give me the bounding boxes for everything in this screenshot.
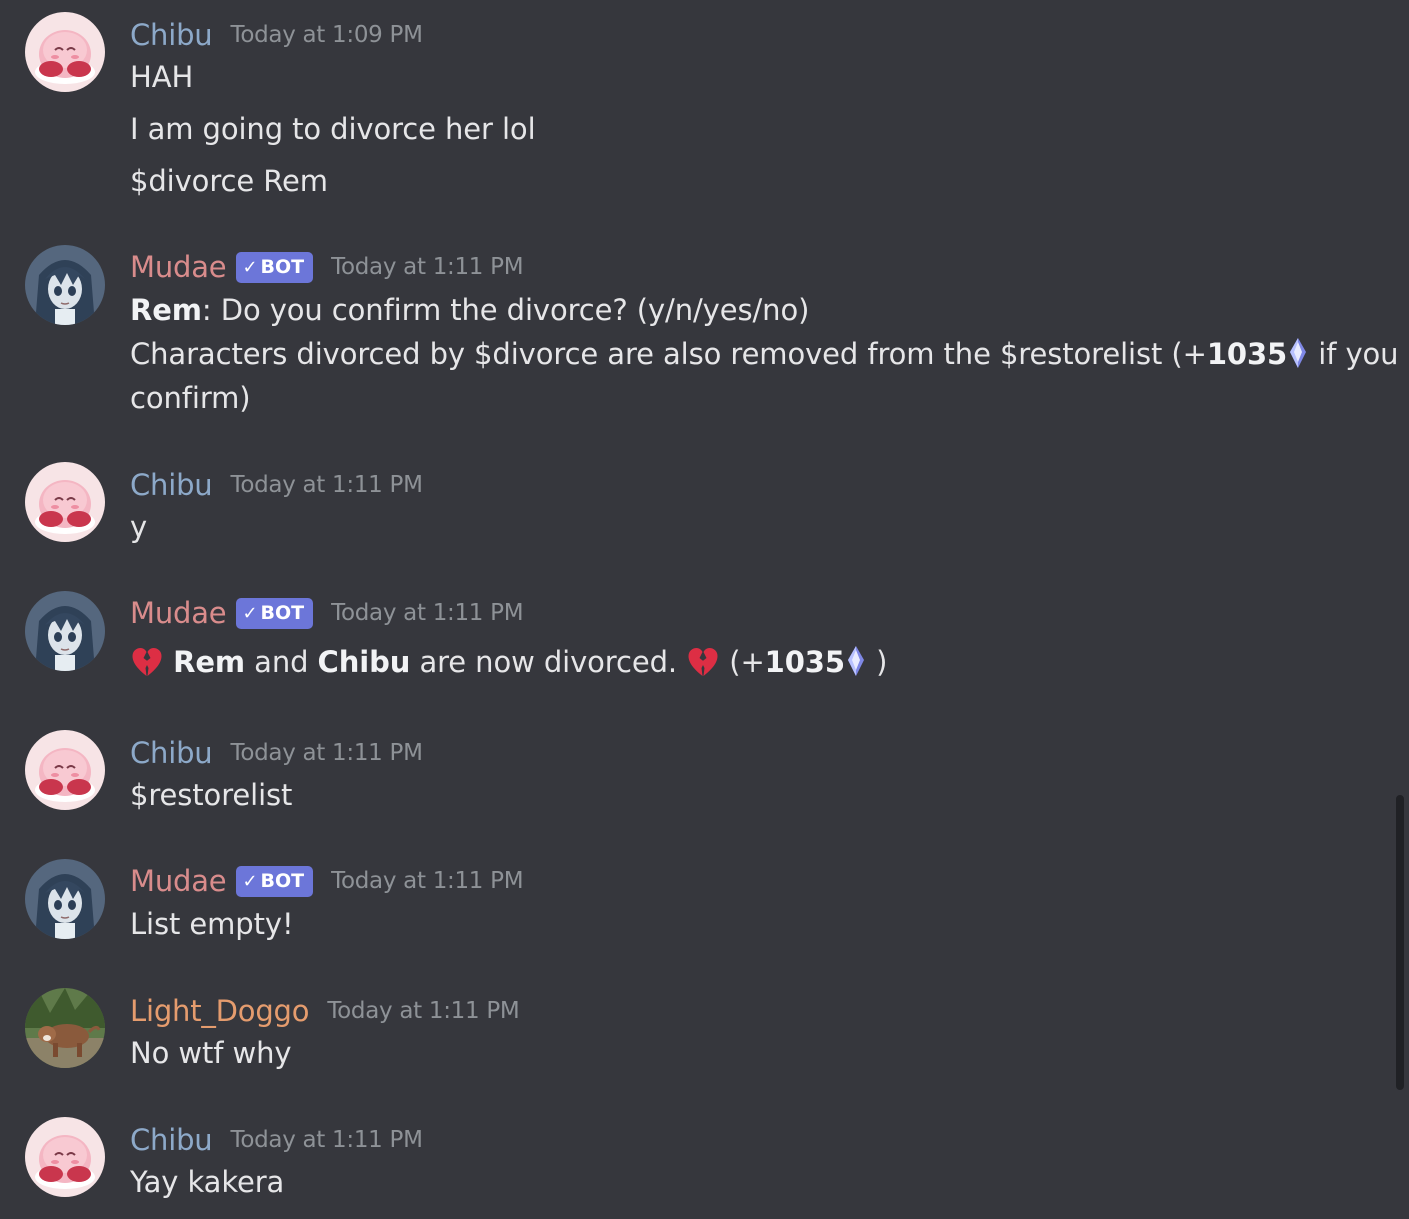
message-text: HAH xyxy=(130,60,194,94)
username[interactable]: Mudae xyxy=(130,864,227,898)
message-text: $divorce Rem xyxy=(130,164,328,198)
username[interactable]: Chibu xyxy=(130,1123,213,1157)
character-name: Rem xyxy=(130,293,202,327)
username[interactable]: Mudae xyxy=(130,596,227,630)
avatar[interactable] xyxy=(25,12,105,92)
timestamp[interactable]: Today at 1:09 PM xyxy=(230,22,422,48)
bot-tag: ✓ BOT xyxy=(236,251,314,283)
conjunction: and xyxy=(245,645,318,679)
message-header: Mudae ✓ BOT Today at 1:11 PM xyxy=(130,247,524,287)
scrollbar[interactable] xyxy=(1396,795,1404,1090)
timestamp[interactable]: Today at 1:11 PM xyxy=(331,868,523,894)
message-text: List empty! xyxy=(130,907,294,941)
timestamp[interactable]: Today at 1:11 PM xyxy=(230,740,422,766)
username[interactable]: Chibu xyxy=(130,468,213,502)
bot-tag-label: BOT xyxy=(260,601,305,624)
timestamp[interactable]: Today at 1:11 PM xyxy=(331,254,523,280)
character-name: Rem xyxy=(173,645,246,679)
timestamp[interactable]: Today at 1:11 PM xyxy=(331,600,523,626)
kakera-icon xyxy=(847,646,864,676)
broken-heart-icon xyxy=(688,648,718,676)
bot-tag: ✓ BOT xyxy=(236,597,314,629)
timestamp[interactable]: Today at 1:11 PM xyxy=(230,1127,422,1153)
username[interactable]: Chibu xyxy=(130,18,213,52)
message-text: Yay kakera xyxy=(130,1165,285,1199)
avatar[interactable] xyxy=(25,730,105,810)
paren-close: ) xyxy=(866,645,888,679)
message-header: Chibu Today at 1:09 PM xyxy=(130,15,423,55)
divorce-text: are now divorced. xyxy=(410,645,687,679)
message-text: Characters divorced by $divorce are also… xyxy=(130,337,1399,371)
user-name: Chibu xyxy=(317,645,411,679)
bot-tag-label: BOT xyxy=(260,255,305,278)
message-text: confirm) xyxy=(130,381,251,415)
broken-heart-icon xyxy=(132,648,162,676)
confirm-question: : Do you confirm the divorce? (y/n/yes/n… xyxy=(201,293,810,327)
avatar[interactable] xyxy=(25,988,105,1068)
check-icon: ✓ xyxy=(242,256,258,278)
avatar[interactable] xyxy=(25,1117,105,1197)
paren-open: (+ xyxy=(720,645,765,679)
check-icon: ✓ xyxy=(242,602,258,624)
message-header: Mudae ✓ BOT Today at 1:11 PM xyxy=(130,593,524,633)
bot-tag: ✓ BOT xyxy=(236,865,314,897)
timestamp[interactable]: Today at 1:11 PM xyxy=(327,998,519,1024)
message-header: Mudae ✓ BOT Today at 1:11 PM xyxy=(130,861,524,901)
message-header: Chibu Today at 1:11 PM xyxy=(130,1120,423,1160)
username[interactable]: Mudae xyxy=(130,250,227,284)
avatar[interactable] xyxy=(25,591,105,671)
message-text: y xyxy=(130,510,148,544)
avatar[interactable] xyxy=(25,462,105,542)
restorelist-note: Characters divorced by $divorce are also… xyxy=(130,337,1207,371)
bot-tag-label: BOT xyxy=(260,869,305,892)
message-text: $restorelist xyxy=(130,778,293,812)
kakera-icon xyxy=(1290,338,1307,368)
timestamp[interactable]: Today at 1:11 PM xyxy=(230,472,422,498)
message-header: Light_Doggo Today at 1:11 PM xyxy=(130,991,520,1031)
message-header: Chibu Today at 1:11 PM xyxy=(130,733,423,773)
message-text: I am going to divorce her lol xyxy=(130,112,536,146)
message-text: Rem and Chibu are now divorced. (+1035 ) xyxy=(130,645,887,679)
message-text: No wtf why xyxy=(130,1036,292,1070)
message-text: Rem: Do you confirm the divorce? (y/n/ye… xyxy=(130,293,809,327)
username[interactable]: Light_Doggo xyxy=(130,994,310,1028)
avatar[interactable] xyxy=(25,859,105,939)
check-icon: ✓ xyxy=(242,870,258,892)
kakera-amount: 1035 xyxy=(1206,337,1288,371)
username[interactable]: Chibu xyxy=(130,736,213,770)
avatar[interactable] xyxy=(25,245,105,325)
message-header: Chibu Today at 1:11 PM xyxy=(130,465,423,505)
kakera-amount: 1035 xyxy=(764,645,845,679)
restorelist-note-end: if you xyxy=(1309,337,1399,371)
